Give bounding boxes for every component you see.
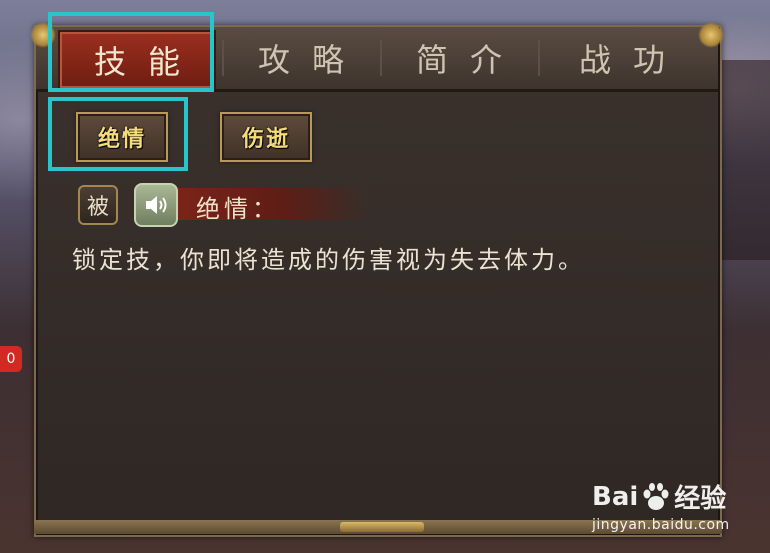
tab-highlight-box xyxy=(48,12,214,92)
speaker-icon xyxy=(146,196,167,214)
tab-achievements[interactable]: 战功 xyxy=(542,30,702,86)
watermark-url: jingyan.baidu.com xyxy=(592,517,730,533)
voice-button[interactable] xyxy=(134,183,178,227)
tab-divider xyxy=(538,40,540,76)
tab-divider xyxy=(380,40,382,76)
watermark-brand-left: Bai xyxy=(592,481,639,512)
side-notification-badge[interactable]: 0 xyxy=(0,346,22,372)
tab-divider xyxy=(222,40,224,76)
tab-strategy[interactable]: 攻略 xyxy=(226,30,376,86)
skill-name-label: 绝情： xyxy=(196,195,280,223)
baidu-paw-icon xyxy=(643,482,669,510)
skill-highlight-box xyxy=(48,97,188,171)
panel-bottom-ornament xyxy=(340,522,424,532)
skill-description: 锁定技，你即将造成的伤害视为失去体力。 xyxy=(72,246,585,274)
watermark-brand-right: 经验 xyxy=(674,484,727,514)
skill-button-shangshi[interactable]: 伤逝 xyxy=(220,112,312,162)
tab-intro[interactable]: 简介 xyxy=(384,30,534,86)
baidu-jingyan-watermark: Bai 经验 jingyan.baidu.com xyxy=(592,478,762,538)
passive-badge: 被 xyxy=(78,185,118,225)
